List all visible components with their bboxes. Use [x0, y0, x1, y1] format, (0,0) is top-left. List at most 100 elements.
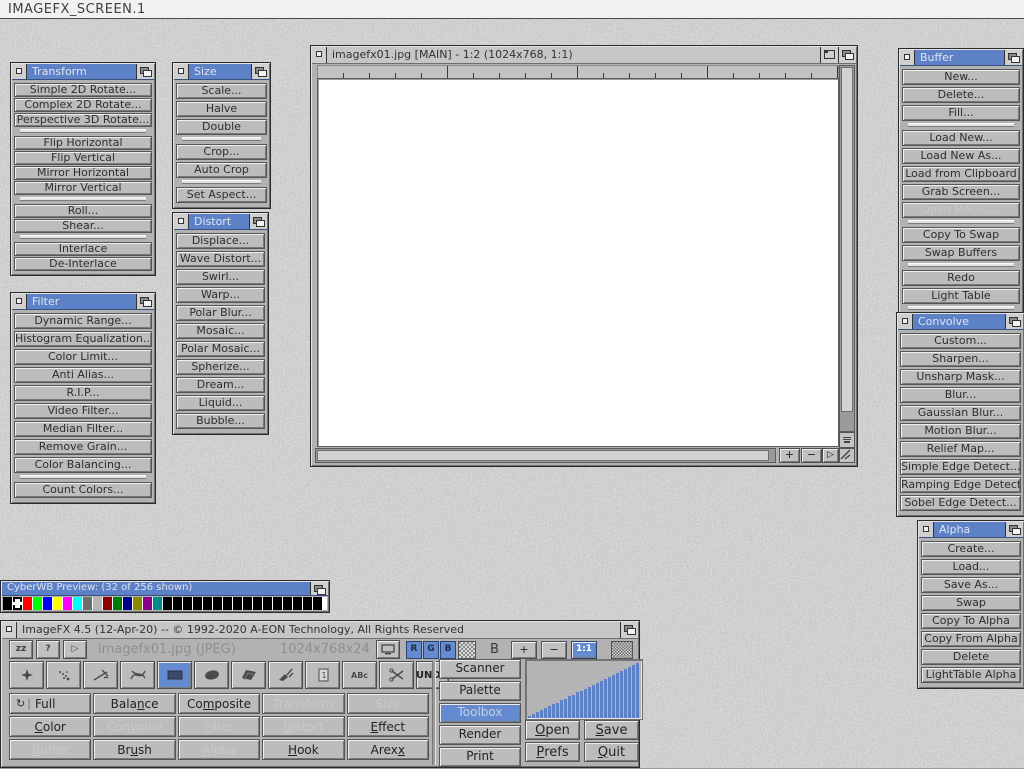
depth-gadget[interactable]	[249, 214, 267, 229]
close-gadget[interactable]	[12, 64, 27, 79]
redo-button[interactable]: Redo	[902, 270, 1020, 286]
palette-swatch-24[interactable]	[243, 597, 252, 610]
ramping-edge-detect-button[interactable]: Ramping Edge Detect	[900, 477, 1021, 493]
de-interlace-button[interactable]: De-Interlace	[14, 257, 152, 271]
create-button[interactable]: Create...	[921, 541, 1021, 557]
open-magic-button[interactable]: Open MAGIC...	[902, 202, 1020, 218]
prefs-button[interactable]: Prefs	[525, 742, 580, 762]
video-filter-button[interactable]: Video Filter...	[14, 403, 152, 419]
airbrush-tool-button[interactable]	[46, 661, 81, 689]
histogram-equalization-button[interactable]: Histogram Equalization...	[14, 331, 152, 347]
view-zoom-in-button[interactable]: +	[511, 641, 537, 659]
pattern-swatch[interactable]	[611, 641, 633, 659]
bubble-button[interactable]: Bubble...	[176, 413, 265, 429]
palette-swatch-19[interactable]	[193, 597, 202, 610]
help-button[interactable]: ?	[36, 640, 60, 659]
liquid-button[interactable]: Liquid...	[176, 395, 265, 411]
dynamic-range-button[interactable]: Dynamic Range...	[14, 313, 152, 329]
unsharp-mask-button[interactable]: Unsharp Mask...	[900, 369, 1021, 385]
line-tool-button[interactable]	[83, 661, 118, 689]
palette-swatch-3[interactable]	[33, 597, 42, 610]
double-button[interactable]: Double	[176, 119, 267, 135]
effect-button[interactable]: Effect	[347, 716, 429, 737]
copy-from-alpha-button[interactable]: Copy From Alpha	[921, 631, 1021, 647]
motion-blur-button[interactable]: Motion Blur...	[900, 423, 1021, 439]
horizontal-scrollbar-thumb[interactable]	[317, 450, 769, 461]
wave-distort-button[interactable]: Wave Distort...	[176, 251, 265, 267]
r-i-p-button[interactable]: R.I.P...	[14, 385, 152, 401]
palette-swatch-20[interactable]	[203, 597, 212, 610]
balance-button[interactable]: Balance	[93, 693, 175, 714]
close-gadget[interactable]	[174, 64, 189, 79]
polar-mosaic-button[interactable]: Polar Mosaic...	[176, 341, 265, 357]
count-colors-button[interactable]: Count Colors...	[14, 482, 152, 498]
load-new-button[interactable]: Load New...	[902, 130, 1020, 146]
delete-button[interactable]: Delete	[921, 649, 1021, 665]
brush-tool-button[interactable]	[268, 661, 303, 689]
pointer-tool-button[interactable]	[9, 661, 44, 689]
oval-tool-button[interactable]	[194, 661, 229, 689]
color-limit-button[interactable]: Color Limit...	[14, 349, 152, 365]
scanner-button[interactable]: Scanner	[439, 659, 521, 679]
zoom-out-button[interactable]: −	[801, 448, 822, 463]
close-gadget[interactable]	[12, 294, 27, 309]
render-button[interactable]: Render	[439, 725, 521, 745]
view-zoom-out-button[interactable]: −	[541, 641, 567, 659]
depth-gadget[interactable]	[1004, 50, 1022, 65]
palette-swatch-0[interactable]	[3, 597, 12, 610]
full-button[interactable]: ↻|Full	[9, 693, 91, 714]
resize-gadget[interactable]	[839, 448, 855, 463]
palette-swatch-27[interactable]	[273, 597, 282, 610]
roll-button[interactable]: Roll...	[14, 204, 152, 218]
palette-button[interactable]: Palette	[439, 681, 521, 701]
depth-gadget[interactable]	[1005, 314, 1023, 329]
scale-button[interactable]: Scale...	[176, 83, 267, 99]
clipboard-tool-button[interactable]: 1	[305, 661, 340, 689]
quit-button[interactable]: Quit	[584, 742, 639, 762]
swap-buffers-button[interactable]: Swap Buffers	[902, 245, 1020, 261]
size-title-bar[interactable]: Size	[174, 64, 269, 80]
image-window-title-bar[interactable]: imagefx01.jpg [MAIN] - 1:2 (1024x768, 1:…	[312, 47, 856, 64]
remove-grain-button[interactable]: Remove Grain...	[14, 439, 152, 455]
warp-button[interactable]: Warp...	[176, 287, 265, 303]
image-canvas[interactable]	[317, 78, 839, 447]
lighttable-alpha-button[interactable]: LightTable Alpha	[921, 667, 1021, 683]
spherize-button[interactable]: Spherize...	[176, 359, 265, 375]
delete-button[interactable]: Delete...	[902, 87, 1020, 103]
scissors-tool-button[interactable]	[379, 661, 414, 689]
save-as-button[interactable]: Save As...	[921, 577, 1021, 593]
sobel-edge-detect-button[interactable]: Sobel Edge Detect...	[900, 495, 1021, 511]
palette-swatch-10[interactable]	[103, 597, 112, 610]
custom-button[interactable]: Custom...	[900, 333, 1021, 349]
text-tool-button[interactable]: ABc	[342, 661, 377, 689]
set-aspect-button[interactable]: Set Aspect...	[176, 187, 267, 203]
gaussian-blur-button[interactable]: Gaussian Blur...	[900, 405, 1021, 421]
copy-to-swap-button[interactable]: Copy To Swap	[902, 227, 1020, 243]
transform-title-bar[interactable]: Transform	[12, 64, 154, 80]
shear-button[interactable]: Shear...	[14, 219, 152, 233]
palette-swatch-17[interactable]	[173, 597, 182, 610]
brush-button[interactable]: Brush	[93, 739, 175, 760]
blur-button[interactable]: Blur...	[900, 387, 1021, 403]
close-gadget[interactable]	[2, 622, 17, 638]
copy-to-alpha-button[interactable]: Copy To Alpha	[921, 613, 1021, 629]
filter-button[interactable]: Filter	[178, 716, 260, 737]
polygon-tool-button[interactable]	[231, 661, 266, 689]
fit-button[interactable]: ▷	[822, 448, 839, 463]
simple-edge-detect-button[interactable]: Simple Edge Detect...	[900, 459, 1021, 475]
open-button[interactable]: Open	[525, 720, 580, 740]
flip-horizontal-button[interactable]: Flip Horizontal	[14, 136, 152, 150]
sharpen-button[interactable]: Sharpen...	[900, 351, 1021, 367]
palette-swatch-26[interactable]	[263, 597, 272, 610]
close-gadget[interactable]	[898, 314, 913, 329]
r-channel-toggle[interactable]: R	[406, 641, 422, 659]
palette-swatch-8[interactable]	[83, 597, 92, 610]
depth-gadget[interactable]	[136, 64, 154, 79]
palette-swatch-31[interactable]	[313, 597, 322, 610]
load-new-as-button[interactable]: Load New As...	[902, 148, 1020, 164]
filter-title-bar[interactable]: Filter	[12, 294, 154, 310]
close-gadget[interactable]	[900, 50, 915, 65]
crop-button[interactable]: Crop...	[176, 144, 267, 160]
screen-mode-button[interactable]	[376, 640, 400, 659]
palette-swatch-11[interactable]	[113, 597, 122, 610]
